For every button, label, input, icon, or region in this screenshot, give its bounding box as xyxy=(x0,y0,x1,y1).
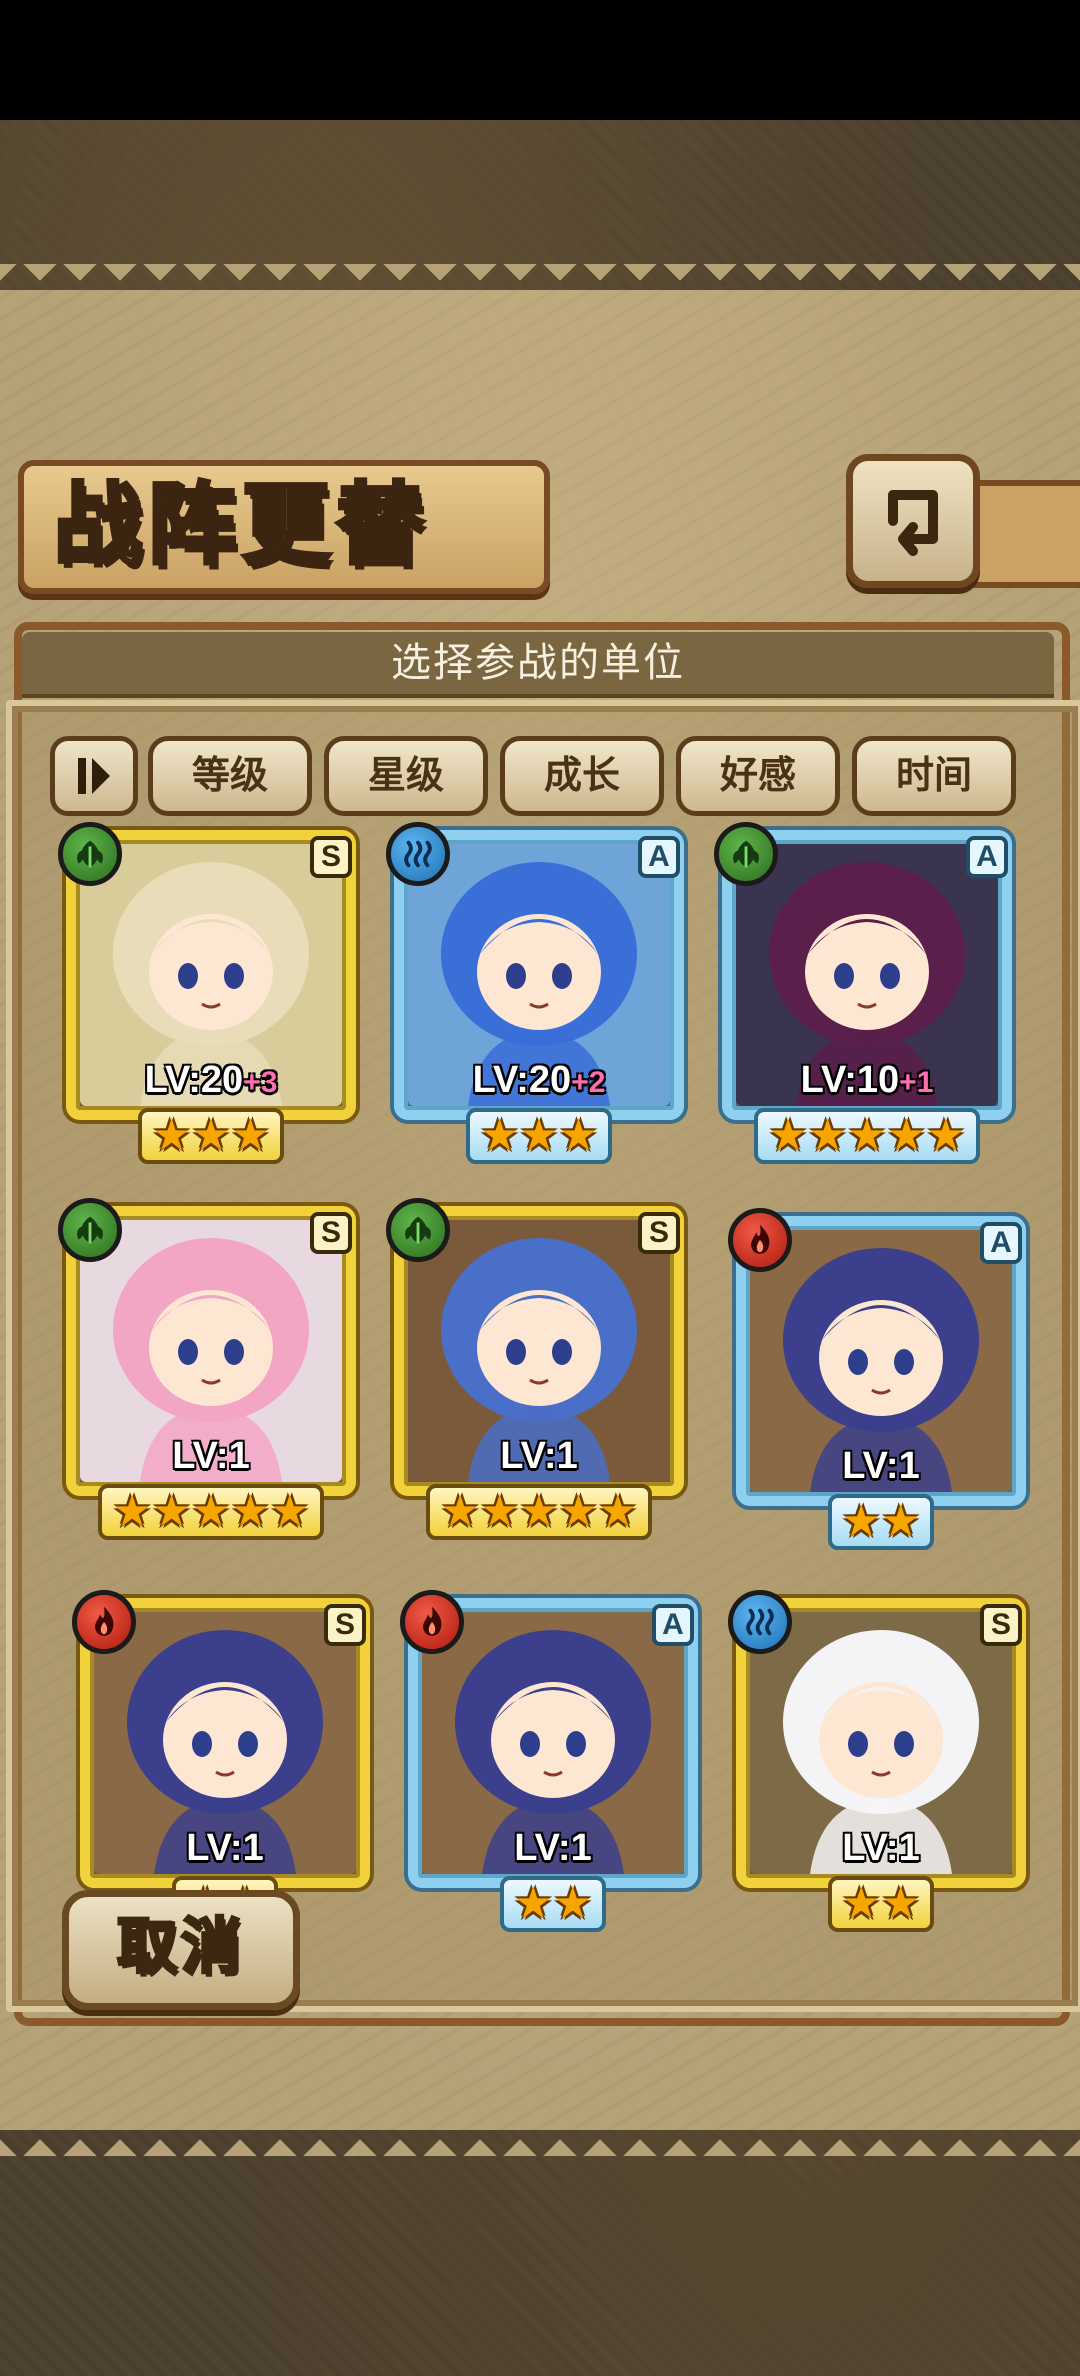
star-rating: ★★ xyxy=(736,1876,1026,1932)
unit-level: LV:1 xyxy=(736,1824,1026,1872)
star-rating: ★★★ xyxy=(394,1108,684,1164)
star-rating: ★★★★★ xyxy=(66,1484,356,1540)
fire-element-icon xyxy=(728,1208,792,1272)
unit-level: LV:20+3 xyxy=(66,1056,356,1104)
level-label: LV:1 xyxy=(500,1435,578,1477)
level-bonus: +3 xyxy=(243,1066,278,1099)
rank-badge: S xyxy=(324,1604,366,1646)
stars-icon: ★★★★★ xyxy=(754,1108,980,1164)
level-label: LV:1 xyxy=(514,1827,592,1869)
water-element-icon xyxy=(386,822,450,886)
star-rating: ★★★ xyxy=(66,1108,356,1164)
rank-badge: A xyxy=(652,1604,694,1646)
water-element-icon xyxy=(728,1590,792,1654)
unit-card[interactable]: SLV:1★★ xyxy=(72,1590,370,1932)
level-label: LV:20 xyxy=(472,1059,572,1101)
level-label: LV:1 xyxy=(842,1827,920,1869)
rank-badge: A xyxy=(966,836,1008,878)
star-rating: ★★ xyxy=(736,1494,1026,1550)
unit-card[interactable]: S LV:20+3 ★★★ xyxy=(58,822,356,1164)
rank-badge: S xyxy=(310,836,352,878)
level-label: LV:1 xyxy=(842,1445,920,1487)
stars-icon: ★★★ xyxy=(137,1108,285,1164)
stars-icon: ★★ xyxy=(499,1876,607,1932)
level-label: LV:20 xyxy=(144,1059,244,1101)
stars-icon: ★★★ xyxy=(465,1108,613,1164)
rank-badge: A xyxy=(980,1222,1022,1264)
leaf-element-icon xyxy=(386,1198,450,1262)
sort-chip-affection[interactable]: 好感 xyxy=(676,736,840,816)
unit-level: LV:1 xyxy=(80,1824,370,1872)
cancel-button[interactable]: 取消 xyxy=(62,1890,300,2010)
sort-order-toggle[interactable] xyxy=(50,736,138,816)
stars-icon: ★★ xyxy=(827,1494,935,1550)
stars-icon: ★★★★★ xyxy=(426,1484,652,1540)
sort-toggle-icon xyxy=(78,758,110,794)
title-banner: 战阵更替 xyxy=(18,460,550,594)
rank-badge: S xyxy=(980,1604,1022,1646)
sort-chip-stars[interactable]: 星级 xyxy=(324,736,488,816)
back-arrow-icon xyxy=(888,490,938,556)
star-rating: ★★ xyxy=(408,1876,698,1932)
stars-icon: ★★★★★ xyxy=(98,1484,324,1540)
unit-card[interactable]: S LV:1 ★★★★★ xyxy=(58,1198,356,1540)
star-rating: ★★★★★ xyxy=(394,1484,684,1540)
fire-element-icon xyxy=(400,1590,464,1654)
fire-element-icon xyxy=(72,1590,136,1654)
level-label: LV:10 xyxy=(800,1059,900,1101)
unit-level: LV:10+1 xyxy=(722,1056,1012,1104)
unit-level: LV:1 xyxy=(394,1432,684,1480)
panel-subtitle: 选择参战的单位 xyxy=(391,641,685,685)
status-bar xyxy=(0,0,1080,120)
level-bonus: +2 xyxy=(571,1066,606,1099)
leaf-element-icon xyxy=(714,822,778,886)
unit-card[interactable]: A LV:1 ★★ xyxy=(400,1590,698,1932)
level-bonus: +1 xyxy=(899,1066,934,1099)
unit-level: LV:1 xyxy=(66,1432,356,1480)
rank-badge: S xyxy=(310,1212,352,1254)
unit-card[interactable]: A LV:10+1 ★★★★★ xyxy=(714,822,1012,1164)
stars-icon: ★★ xyxy=(827,1876,935,1932)
unit-card[interactable]: S LV:1 ★★★★★ xyxy=(386,1198,684,1540)
sort-chip-time[interactable]: 时间 xyxy=(852,736,1016,816)
unit-card[interactable]: A LV:1 ★★ xyxy=(728,1208,1026,1550)
sort-chip-growth[interactable]: 成长 xyxy=(500,736,664,816)
unit-level: LV:1 xyxy=(736,1442,1026,1490)
page-title: 战阵更替 xyxy=(52,472,431,576)
leaf-element-icon xyxy=(58,822,122,886)
unit-level: LV:20+2 xyxy=(394,1056,684,1104)
back-button[interactable] xyxy=(846,454,980,588)
unit-card[interactable]: A LV:20+2 ★★★ xyxy=(386,822,684,1164)
unit-level: LV:1 xyxy=(408,1824,698,1872)
rank-badge: S xyxy=(638,1212,680,1254)
star-rating: ★★★★★ xyxy=(722,1108,1012,1164)
unit-card[interactable]: S LV:1 ★★ xyxy=(728,1590,1026,1932)
subtitle-bar: 选择参战的单位 xyxy=(22,632,1054,698)
level-label: LV:1 xyxy=(172,1435,250,1477)
level-label: LV:1 xyxy=(186,1827,264,1869)
sort-chip-level[interactable]: 等级 xyxy=(148,736,312,816)
leaf-element-icon xyxy=(58,1198,122,1262)
rank-badge: A xyxy=(638,836,680,878)
